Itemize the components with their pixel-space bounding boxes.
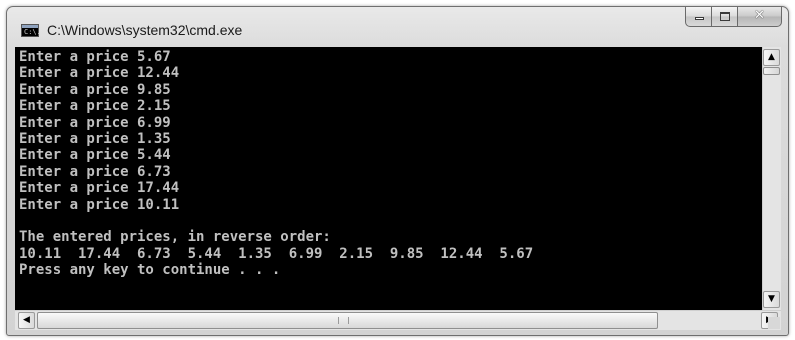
console-line: Enter a price 5.44	[19, 147, 171, 164]
vertical-scrollbar[interactable]: ▲ ▼	[762, 47, 781, 310]
cmd-icon[interactable]: C:\.	[21, 24, 41, 37]
maximize-icon	[720, 12, 730, 21]
resize-grip[interactable]	[768, 317, 780, 329]
console-line: Press any key to continue . . .	[19, 262, 281, 279]
console-line: Enter a price 12.44	[19, 65, 180, 82]
cmd-window: C:\. C:\Windows\system32\cmd.exe ✕ Enter…	[6, 6, 789, 336]
console-line: Enter a price 6.99	[19, 114, 171, 131]
close-button[interactable]: ✕	[738, 7, 782, 27]
title-bar[interactable]: C:\. C:\Windows\system32\cmd.exe ✕	[7, 7, 788, 47]
scroll-left-button[interactable]: ◀	[18, 312, 35, 329]
arrow-down-icon: ▼	[768, 294, 775, 304]
minimize-icon	[695, 17, 704, 20]
vertical-scroll-thumb[interactable]	[763, 67, 780, 75]
console-line: Enter a price 9.85	[19, 81, 171, 98]
arrow-up-icon: ▲	[768, 52, 775, 62]
close-icon: ✕	[754, 8, 765, 23]
caption-buttons: ✕	[685, 7, 782, 28]
maximize-button[interactable]	[712, 7, 738, 27]
horizontal-scroll-thumb[interactable]	[37, 312, 658, 329]
console-output[interactable]: Enter a price 5.67 Enter a price 12.44 Ent…	[15, 47, 762, 310]
arrow-left-icon: ◀	[23, 315, 30, 325]
horizontal-scrollbar[interactable]: ◀ ▶	[15, 310, 781, 330]
console-line: Enter a price 17.44	[19, 180, 180, 197]
console-line: 10.11 17.44 6.73 5.44 1.35 6.99 2.15 9.8…	[19, 245, 534, 262]
console-line: Enter a price 5.67	[19, 49, 171, 65]
console-line: Enter a price 6.73	[19, 163, 171, 180]
console-line: Enter a price 10.11	[19, 196, 180, 213]
console-text: Enter a price 5.67 Enter a price 12.44 Ent…	[15, 47, 762, 278]
window-title: C:\Windows\system32\cmd.exe	[47, 22, 243, 38]
thumb-grip-icon	[338, 317, 349, 324]
console-line: Enter a price 2.15	[19, 98, 171, 115]
cmd-icon-glyph: C:\.	[24, 28, 41, 36]
scroll-up-button[interactable]: ▲	[763, 49, 780, 66]
console-line: Enter a price 1.35	[19, 130, 171, 147]
minimize-button[interactable]	[685, 7, 712, 27]
console-line: The entered prices, in reverse order:	[19, 229, 331, 246]
scroll-down-button[interactable]: ▼	[763, 291, 780, 308]
